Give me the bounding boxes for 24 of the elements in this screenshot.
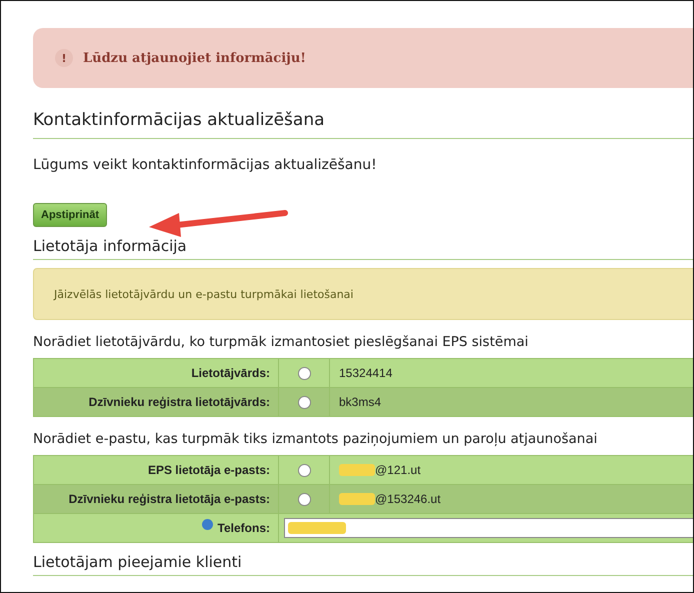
section-heading: Lietotāja informācija — [33, 237, 693, 260]
field-value: bk3ms4 — [339, 395, 382, 409]
field-label: Lietotājvārds: — [34, 359, 279, 387]
page-title: Kontaktinformācijas aktualizēšana — [33, 110, 693, 139]
field-value: 15324414 — [339, 366, 392, 380]
intro-text: Lūgums veikt kontaktinformācijas aktualizēšanu! — [33, 157, 378, 173]
radio-button[interactable] — [298, 396, 310, 408]
notice-text: Jāizvēlās lietotājvārdu un e-pastu turpmākai lietošanai — [54, 288, 354, 300]
radio-button[interactable] — [298, 492, 310, 506]
section-heading: Lietotājam pieejamie klienti — [33, 553, 693, 576]
section-prompt: Norādiet lietotājvārdu, ko turpmāk izmantosiet pieslēgšanai EPS sistēmai — [33, 334, 530, 350]
field-label: EPS lietotāja e-pasts: — [34, 456, 279, 484]
phone-field[interactable] — [284, 518, 693, 538]
alert-message: Lūdzu atjaunojiet informāciju! — [83, 50, 306, 66]
field-value: @121.ut — [375, 463, 421, 477]
confirm-button[interactable]: Apstiprināt — [33, 203, 108, 227]
radio-button[interactable] — [298, 366, 310, 380]
radio-button[interactable] — [298, 464, 310, 476]
field-label: Telefons: — [218, 521, 270, 535]
exclamation-icon: ! — [55, 49, 73, 67]
field-value: @153246.ut — [375, 492, 441, 506]
field-label: Dzīvnieku reģistra lietotājvārds: — [34, 388, 279, 416]
section-prompt: Norādiet e-pastu, kas turpmāk tiks izmantots paziņojumiem un paroļu atjaunošanai — [33, 431, 598, 447]
field-label: Dzīvnieku reģistra lietotāja e-pasts: — [34, 485, 279, 513]
